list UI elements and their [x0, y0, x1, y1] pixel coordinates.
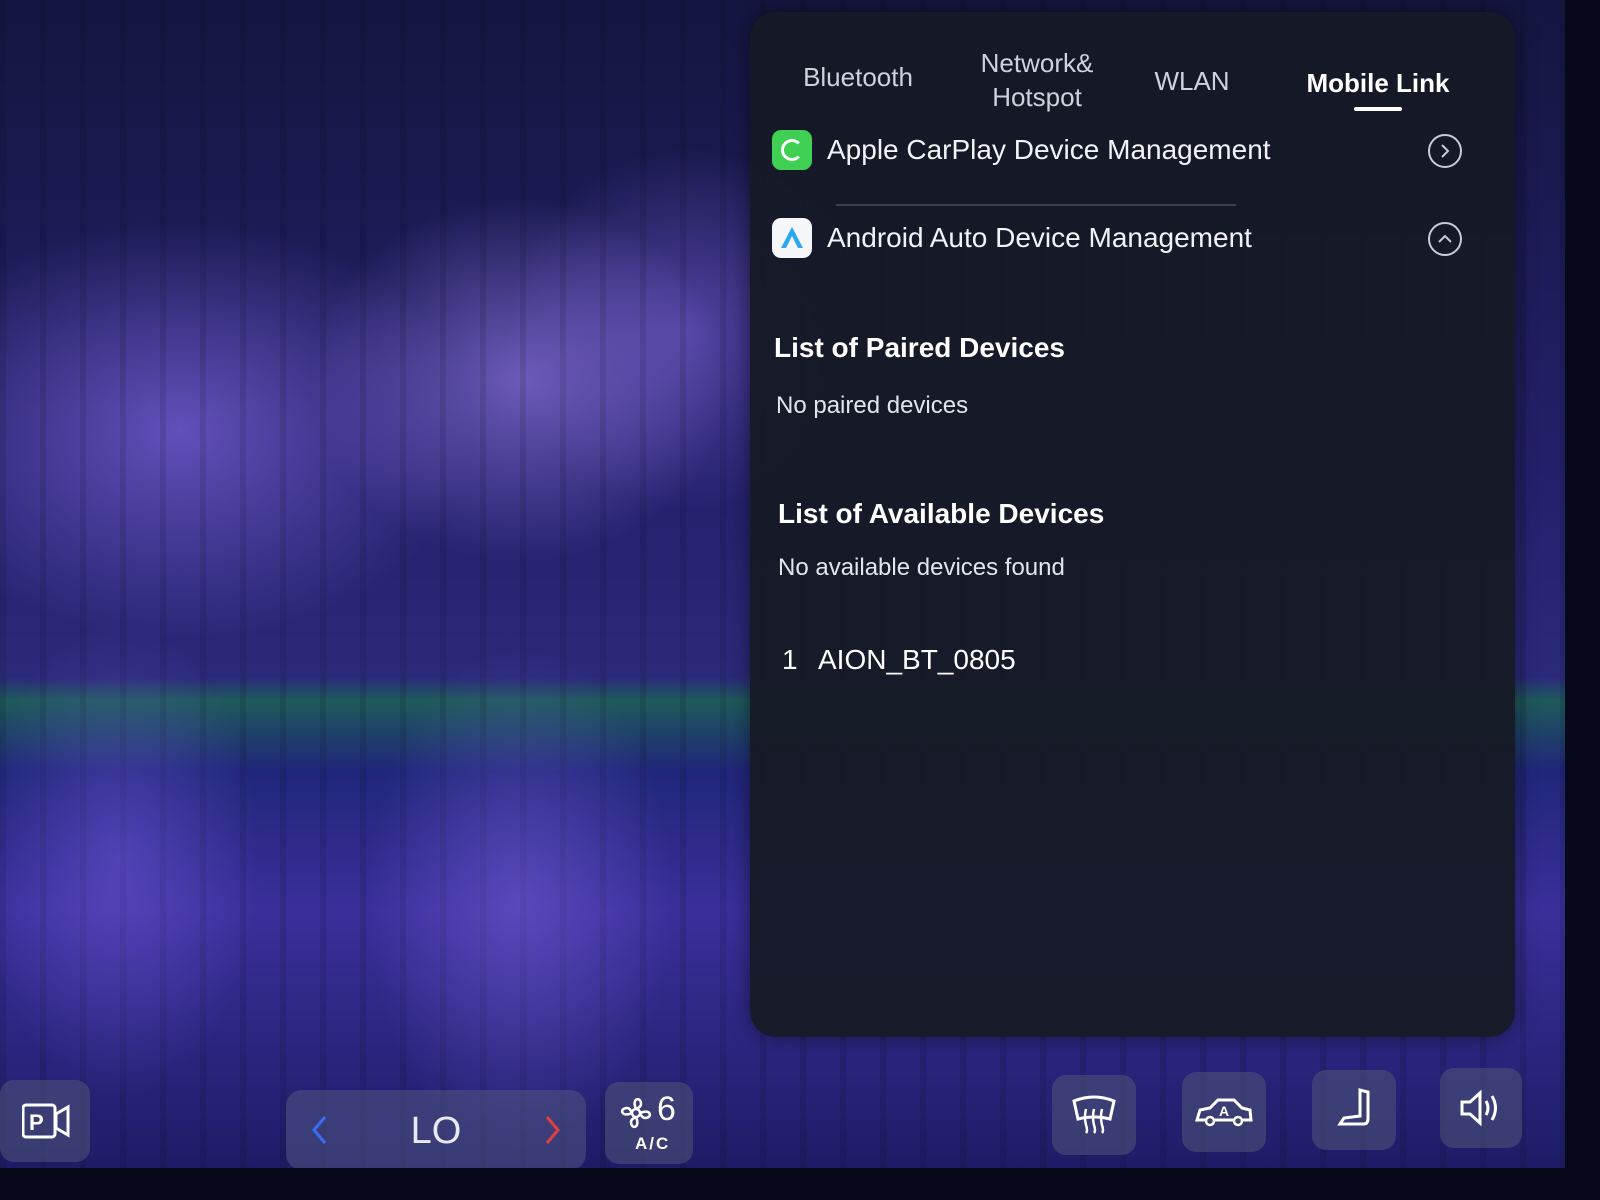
- android-auto-label: Android Auto Device Management: [827, 222, 1252, 253]
- fan-speed: 6: [657, 1090, 676, 1128]
- auto-climate-icon: A: [1194, 1098, 1253, 1127]
- svg-text:A: A: [1219, 1103, 1229, 1119]
- connectivity-panel: Bluetooth Network& Hotspot WLAN Mobile L…: [750, 12, 1515, 1037]
- fan-ac-button[interactable]: 6 A/C: [605, 1082, 693, 1164]
- carplay-icon: [772, 130, 812, 170]
- volume-icon: [1460, 1089, 1497, 1127]
- rear-defrost-icon: [1072, 1095, 1116, 1134]
- active-tab-indicator: [1354, 107, 1402, 111]
- divider: [836, 204, 1236, 206]
- seat-button[interactable]: [1312, 1070, 1396, 1150]
- tab-mobile-link[interactable]: Mobile Link: [1280, 66, 1476, 100]
- available-devices-title: List of Available Devices: [778, 498, 1105, 529]
- apple-carplay-label: Apple CarPlay Device Management: [827, 134, 1271, 165]
- seat-icon: [1337, 1088, 1370, 1126]
- paired-devices-empty: No paired devices: [776, 392, 969, 419]
- android-auto-row[interactable]: Android Auto Device Management: [772, 210, 1482, 270]
- apple-carplay-row[interactable]: Apple CarPlay Device Management: [772, 122, 1482, 182]
- parking-camera-icon: P: [22, 1103, 70, 1139]
- tab-bluetooth[interactable]: Bluetooth: [798, 60, 918, 94]
- temperature-value: LO: [410, 1110, 462, 1152]
- tab-bar: Bluetooth Network& Hotspot WLAN Mobile L…: [750, 12, 1515, 122]
- temperature-up-icon[interactable]: [542, 1114, 562, 1146]
- chevron-up-icon[interactable]: [1428, 222, 1462, 256]
- device-index: 1: [782, 644, 798, 675]
- parking-camera-button[interactable]: P: [0, 1080, 90, 1162]
- svg-text:P: P: [29, 1110, 44, 1135]
- tab-wlan[interactable]: WLAN: [1152, 64, 1232, 98]
- available-devices-empty: No available devices found: [778, 554, 1065, 581]
- volume-button[interactable]: [1440, 1068, 1522, 1148]
- tab-network-hotspot[interactable]: Network& Hotspot: [972, 46, 1102, 114]
- fan-icon: [620, 1097, 652, 1129]
- device-name: AION_BT_0805: [818, 644, 1016, 675]
- device-list-item[interactable]: 1 AION_BT_0805: [782, 644, 1016, 676]
- screen: Bluetooth Network& Hotspot WLAN Mobile L…: [0, 0, 1565, 1168]
- temperature-control: LO: [286, 1090, 586, 1168]
- ac-label: A/C: [635, 1134, 671, 1153]
- paired-devices-title: List of Paired Devices: [774, 332, 1066, 363]
- chevron-right-icon[interactable]: [1428, 134, 1462, 168]
- rear-defrost-button[interactable]: [1052, 1075, 1136, 1155]
- android-auto-icon: [772, 218, 812, 258]
- auto-climate-button[interactable]: A: [1182, 1072, 1266, 1152]
